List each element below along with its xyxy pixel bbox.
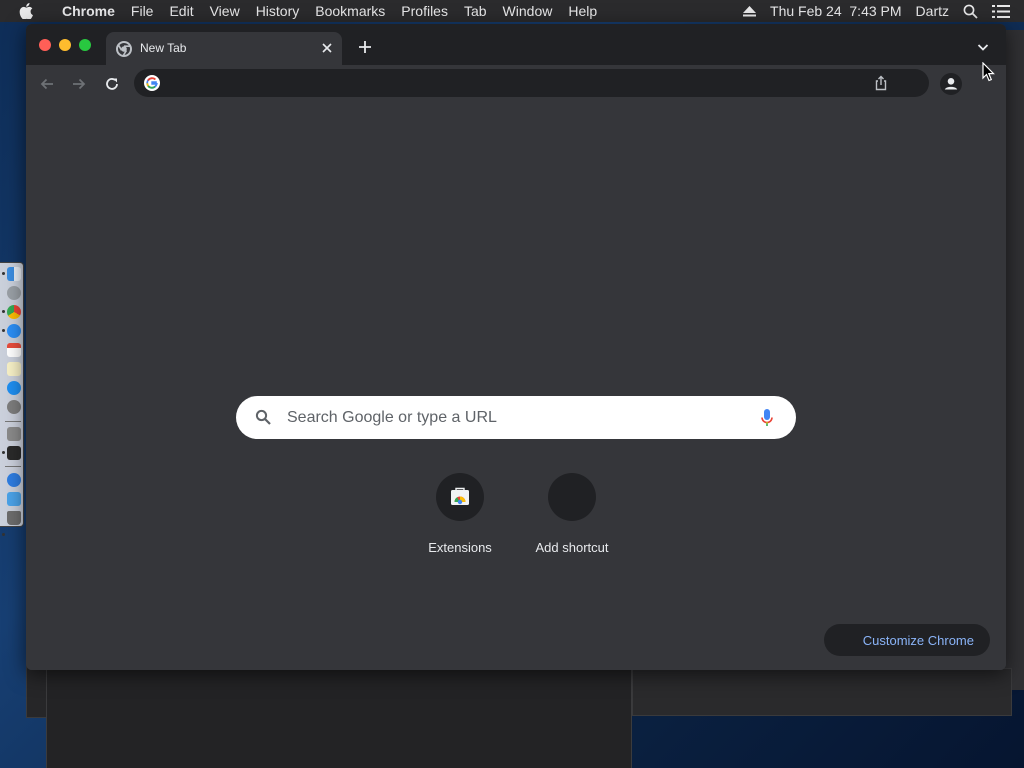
chrome-dock-icon[interactable] — [7, 305, 21, 319]
spotlight-search-icon[interactable] — [963, 4, 978, 19]
dock-separator — [5, 421, 21, 422]
reload-icon[interactable] — [103, 75, 121, 93]
apple-icon[interactable] — [19, 3, 37, 19]
app-store-icon[interactable] — [7, 381, 21, 395]
terminal-icon[interactable] — [7, 446, 21, 460]
window-close-button[interactable] — [39, 39, 51, 51]
eject-icon[interactable] — [743, 5, 757, 17]
search-icon — [255, 409, 272, 426]
shortcut-icon-background — [436, 473, 484, 521]
window-minimize-button[interactable] — [59, 39, 71, 51]
customize-chrome-button[interactable]: Customize Chrome — [824, 624, 990, 656]
control-center-icon[interactable] — [992, 4, 1010, 18]
app-store-icon[interactable] — [7, 473, 21, 487]
web-store-icon — [450, 487, 470, 507]
user-name[interactable]: Dartz — [916, 3, 949, 19]
running-indicator — [2, 451, 5, 454]
trash-icon[interactable] — [7, 511, 21, 525]
clock-datetime[interactable]: Thu Feb 24 7:43 PM — [770, 3, 902, 19]
plus-icon — [548, 473, 596, 521]
running-indicator — [2, 533, 5, 536]
tab-close-icon[interactable] — [320, 41, 334, 55]
menu-view[interactable]: View — [202, 3, 248, 19]
background-window-edge — [1004, 30, 1024, 690]
mouse-cursor-icon — [982, 61, 996, 82]
dock-separator — [5, 466, 21, 467]
search-placeholder: Search Google or type a URL — [287, 409, 497, 426]
safari-icon[interactable] — [7, 324, 21, 338]
window-maximize-button[interactable] — [79, 39, 91, 51]
menu-file[interactable]: File — [123, 3, 162, 19]
back-arrow-icon[interactable] — [38, 75, 56, 93]
tab-title: New Tab — [140, 41, 187, 55]
finder-icon[interactable] — [7, 267, 21, 281]
dock — [0, 262, 24, 536]
share-icon[interactable] — [873, 75, 889, 91]
forward-arrow-icon[interactable] — [70, 75, 88, 93]
chevron-down-icon[interactable] — [976, 40, 990, 54]
menu-window[interactable]: Window — [495, 3, 561, 19]
menu-app-name[interactable]: Chrome — [54, 3, 123, 19]
menu-help[interactable]: Help — [560, 3, 605, 19]
shortcut-label: Add shortcut — [535, 540, 609, 555]
shortcut-tile-add[interactable]: Add shortcut — [522, 473, 622, 563]
customize-label: Customize Chrome — [862, 632, 974, 648]
downloads-folder-icon[interactable] — [7, 492, 21, 506]
system-preferences-icon[interactable] — [7, 400, 21, 414]
running-indicator — [2, 272, 5, 275]
browser-toolbar — [26, 65, 1006, 104]
script-editor-icon[interactable] — [7, 427, 21, 441]
menu-tab[interactable]: Tab — [456, 3, 495, 19]
menu-profiles[interactable]: Profiles — [393, 3, 456, 19]
tab-strip: New Tab — [26, 24, 1006, 65]
shortcut-label: Extensions — [428, 540, 492, 555]
google-search-box[interactable]: Search Google or type a URL — [236, 396, 796, 439]
menu-history[interactable]: History — [248, 3, 308, 19]
background-window — [632, 668, 1012, 716]
chrome-window: New Tab Search Google or type a URL Exte… — [26, 24, 1006, 670]
microphone-icon[interactable] — [760, 408, 774, 428]
notes-icon[interactable] — [7, 362, 21, 376]
address-input[interactable] — [168, 73, 872, 95]
chrome-icon — [116, 41, 132, 57]
new-tab-icon[interactable] — [356, 38, 374, 56]
menu-edit[interactable]: Edit — [161, 3, 201, 19]
running-indicator — [2, 310, 5, 313]
tab-new-tab[interactable]: New Tab — [106, 32, 342, 65]
profile-avatar-icon[interactable] — [940, 73, 962, 95]
background-window — [46, 670, 632, 768]
new-tab-page: Search Google or type a URL Extensions A… — [26, 103, 1006, 670]
shortcut-tile-extensions[interactable]: Extensions — [410, 473, 510, 563]
calendar-icon[interactable] — [7, 343, 21, 357]
running-indicator — [2, 329, 5, 332]
google-g-icon — [144, 75, 160, 91]
macos-menu-bar: Chrome File Edit View History Bookmarks … — [0, 0, 1024, 22]
menu-bookmarks[interactable]: Bookmarks — [307, 3, 393, 19]
address-bar[interactable] — [134, 69, 929, 97]
launchpad-icon[interactable] — [7, 286, 21, 300]
